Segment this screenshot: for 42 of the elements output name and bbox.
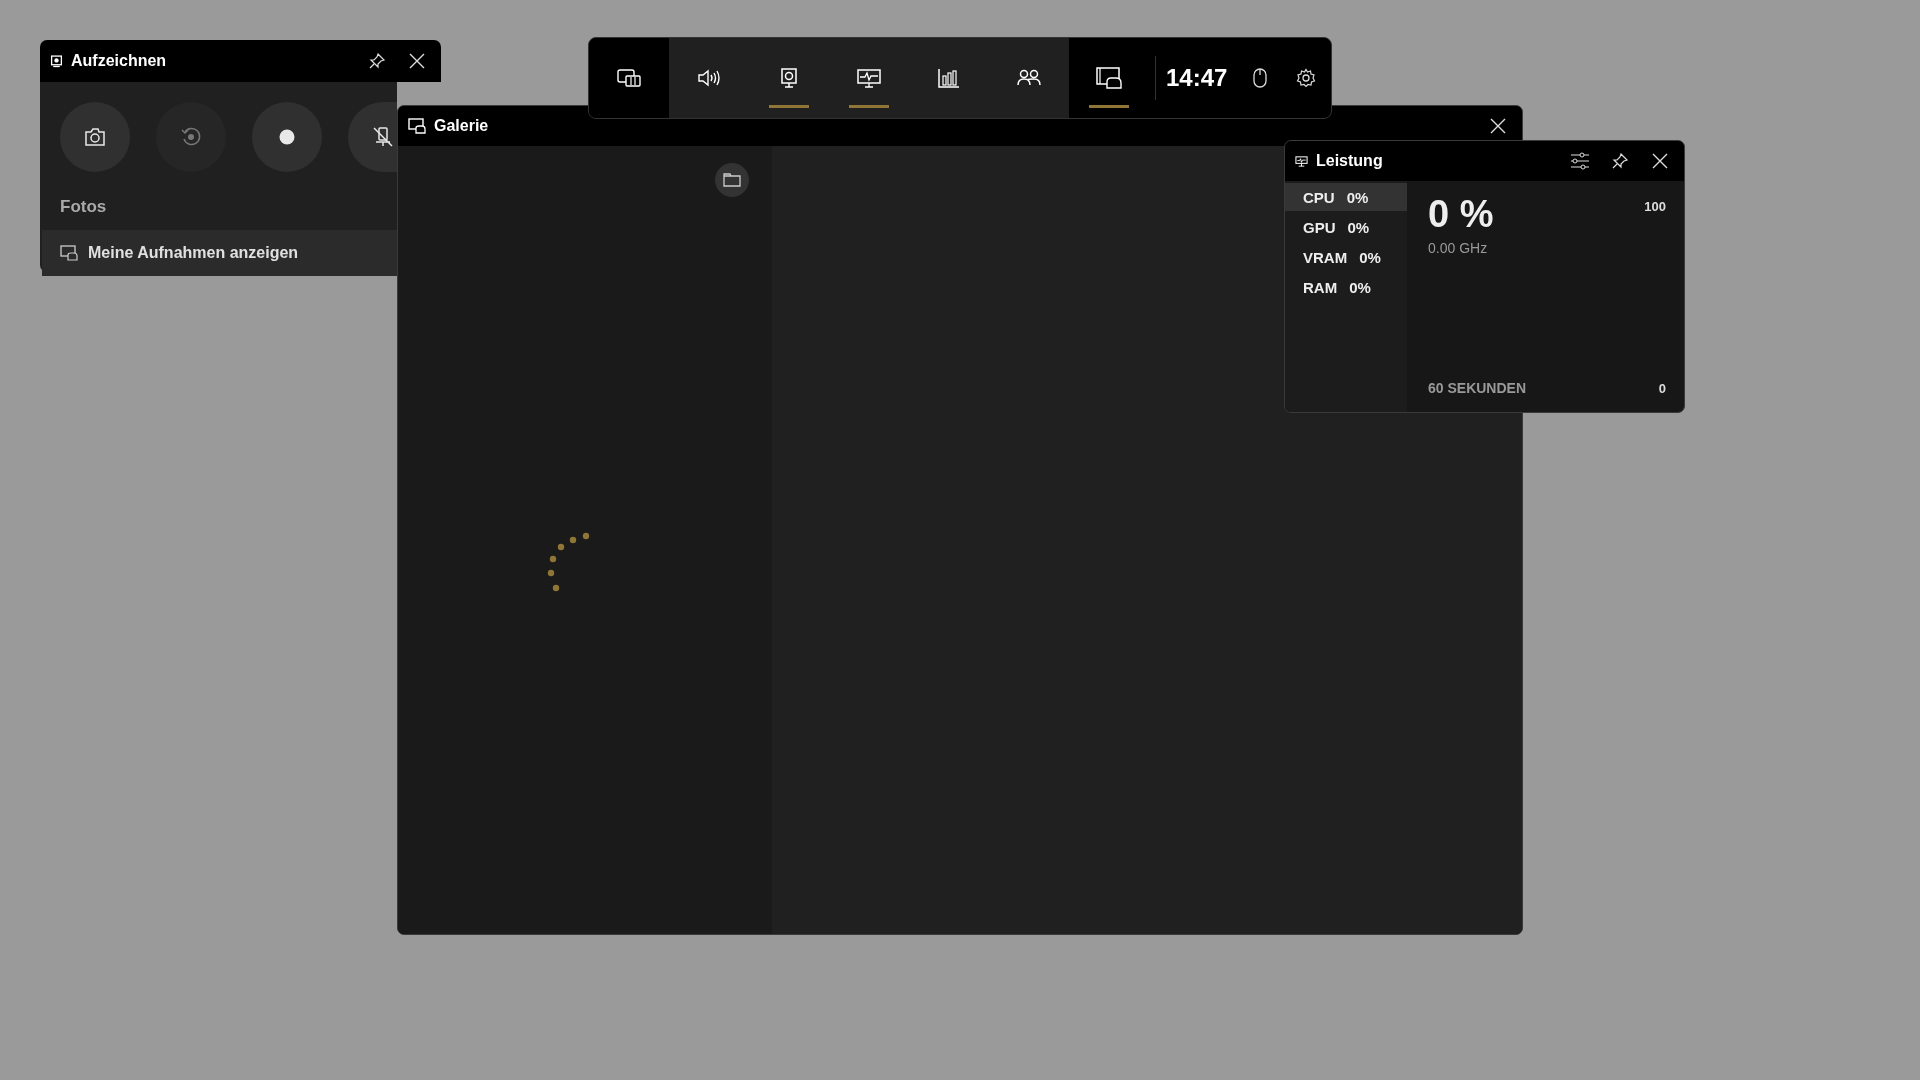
metric-item[interactable]: GPU 0% <box>1285 213 1407 241</box>
settings-icon <box>1296 68 1317 88</box>
section-label: Fotos <box>59 196 108 217</box>
monitor-icon <box>856 67 882 89</box>
mouse-icon <box>1253 68 1268 88</box>
show-captures-link[interactable]: Meine Aufnahmen anzeigen <box>42 230 397 276</box>
close-icon <box>1489 117 1507 135</box>
close-icon <box>1651 152 1669 170</box>
usage-reading: 0 % <box>1428 193 1494 236</box>
metric-item[interactable]: CPU 0% <box>1285 183 1407 211</box>
sliders-icon <box>1570 152 1590 170</box>
camera-icon <box>84 127 106 147</box>
loading-spinner <box>546 531 591 593</box>
speaker-icon <box>696 67 722 89</box>
webcam-icon <box>50 54 63 68</box>
window-title: Galerie <box>434 117 489 135</box>
monitor-icon <box>1295 154 1308 168</box>
replay-icon <box>180 126 202 148</box>
pin-icon <box>368 52 386 70</box>
pin-icon <box>1611 152 1629 170</box>
metric-item[interactable]: RAM 0% <box>1285 273 1407 301</box>
widgets-icon <box>616 67 642 89</box>
webcam-icon <box>778 67 800 89</box>
widget-title: Aufzeichnen <box>71 52 167 70</box>
mic-off-button[interactable] <box>348 102 397 172</box>
bar-chart-icon <box>937 67 961 89</box>
record-icon <box>279 129 295 145</box>
close-icon <box>408 52 426 70</box>
clock-time: 14:47 <box>1165 64 1229 92</box>
social-widget-button[interactable] <box>989 38 1069 118</box>
widget-title: Leistung <box>1316 152 1383 170</box>
gallery-icon <box>60 245 78 261</box>
microphone-muted-icon <box>372 126 394 148</box>
folder-button[interactable] <box>715 163 749 197</box>
axis-max-label: 100 <box>1644 199 1666 214</box>
time-span-label: 60 SEKUNDEN <box>1428 380 1527 396</box>
axis-min-label: 0 <box>1658 381 1666 396</box>
metric-item[interactable]: VRAM 0% <box>1285 243 1407 271</box>
frequency-reading: 0.00 GHz <box>1428 240 1489 256</box>
folder-icon <box>723 173 741 187</box>
gallery-icon <box>1095 66 1123 90</box>
gallery-icon <box>408 118 426 134</box>
